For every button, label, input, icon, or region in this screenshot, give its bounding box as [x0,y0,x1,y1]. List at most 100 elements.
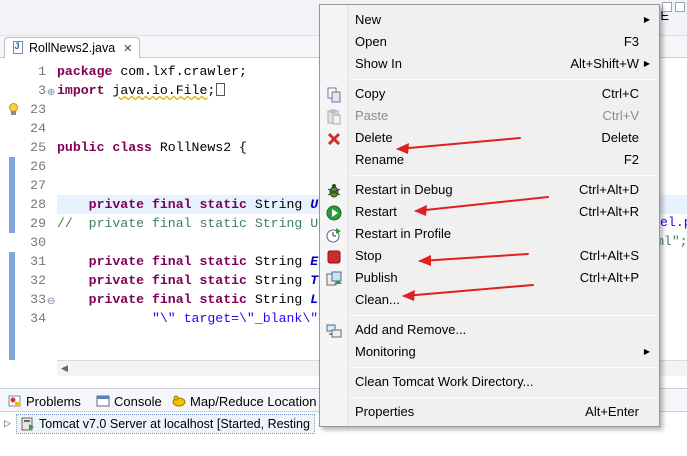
menu-item-shortcut: Delete [601,130,639,145]
menu-item-rename[interactable]: Rename F2 [320,149,659,171]
run-icon [326,205,342,221]
code-token: package [57,64,113,79]
menu-item-shortcut: Alt+Enter [585,404,639,419]
line-number: 30 [30,235,46,250]
tab-map-reduce[interactable]: Map/Reduce Location [172,392,316,410]
tab-problems[interactable]: Problems [8,392,81,410]
code-token: String [246,197,311,212]
code-token: com.lxf.crawler; [112,64,247,79]
menu-item-restart-debug[interactable]: Restart in Debug Ctrl+Alt+D [320,179,659,201]
code-text: private final static String L [57,290,319,309]
code-token: "\" target=\"_blank\" [57,311,319,326]
line-number: 29 [30,216,46,231]
line-number: 26 [30,159,46,174]
menu-item-shortcut: Ctrl+V [602,108,639,123]
menu-item-label: Clean Tomcat Work Directory... [355,374,534,389]
code-overflow-28: el.p [660,215,687,230]
line-number: 33 [30,292,46,307]
line-number: 34 [30,311,46,326]
menu-item-shortcut: Ctrl+Alt+P [579,270,639,285]
menu-item-new[interactable]: New ▶ [320,9,659,31]
code-token: public class [57,140,152,155]
add-remove-icon [326,323,342,339]
expand-arrow-icon[interactable]: ▷ [4,418,11,429]
code-token: L [310,292,319,307]
menu-item-restart[interactable]: Restart Ctrl+Alt+R [320,201,659,223]
stop-icon [326,249,342,265]
menu-item-shortcut: Ctrl+Alt+D [579,182,639,197]
menu-separator [350,175,655,176]
code-text: private final static String E [57,252,319,271]
menu-item-add-remove[interactable]: Add and Remove... [320,319,659,341]
code-token: private final static [57,292,247,307]
menu-item-label: Properties [355,404,415,419]
menu-item-label: Publish [355,270,398,285]
code-text: "\" target=\"_blank\" [57,309,318,328]
profile-icon [326,227,342,243]
menu-item-properties[interactable]: Properties Alt+Enter [320,401,659,423]
server-row-label: Tomcat v7.0 Server at localhost [Started… [39,417,310,431]
menu-item-label: Stop [355,248,382,263]
menu-item-label: Monitoring [355,344,416,359]
menu-separator [350,397,655,398]
menu-item-delete[interactable]: Delete Delete [320,127,659,149]
close-icon[interactable]: ✕ [123,42,132,55]
menu-item-label: Restart in Debug [355,182,453,197]
editor-tab-label: RollNews2.java [29,41,116,55]
text-cursor [216,83,226,96]
menu-item-monitoring[interactable]: Monitoring ▶ [320,341,659,363]
menu-item-restart-profile[interactable]: Restart in Profile [320,223,659,245]
menu-item-shortcut: Ctrl+Alt+R [579,204,639,219]
code-token: String [246,254,311,269]
menu-item-label: Show In [355,56,402,71]
code-text: package com.lxf.crawler; [57,62,247,81]
scroll-left-icon[interactable]: ◀ [61,363,68,374]
menu-item-label: Copy [355,86,386,101]
copy-icon [326,87,342,103]
editor-tab-rollnews2[interactable]: J RollNews2.java ✕ [4,37,140,58]
publish-icon [326,271,342,287]
tab-map-reduce-label: Map/Reduce Location [190,393,317,409]
menu-item-label: Delete [355,130,393,145]
line-number: 1 [38,64,46,79]
menu-separator [350,79,655,80]
map-reduce-icon [172,394,186,408]
java-file-icon: J [11,41,25,55]
menu-item-label: Paste [355,108,389,123]
menu-item-show-in[interactable]: Show In Alt+Shift+W ▶ [320,53,659,75]
line-number: 28 [30,197,46,212]
code-text: private final static String T [57,271,319,290]
code-overflow-29: ml"; [656,234,687,249]
tab-console[interactable]: Console [96,392,162,410]
submenu-arrow-icon: ▶ [643,347,650,356]
menu-item-stop[interactable]: Stop Ctrl+Alt+S [320,245,659,267]
code-text: // private final static String U [57,214,318,233]
server-row-tomcat[interactable]: Tomcat v7.0 Server at localhost [Started… [16,414,315,434]
minimize-button[interactable] [662,2,672,12]
line-number: 31 [30,254,46,269]
code-token: // private final static String U [57,216,319,231]
code-token: String [246,292,311,307]
code-token: E [310,254,319,269]
menu-item-copy[interactable]: Copy Ctrl+C [320,83,659,105]
menu-item-paste[interactable]: Paste Ctrl+V [320,105,659,127]
code-token: java.io.File [112,83,208,98]
menu-item-label: Rename [355,152,405,167]
code-token: private final static [57,273,247,288]
problems-icon [8,394,22,408]
menu-item-clean-tomcat-work[interactable]: Clean Tomcat Work Directory... [320,371,659,393]
menu-item-open[interactable]: Open F3 [320,31,659,53]
menu-item-label: Restart in Profile [355,226,452,241]
code-token: ; [207,83,216,98]
menu-item-label: Open [355,34,387,49]
maximize-button[interactable] [675,2,685,12]
menu-item-shortcut: Ctrl+C [601,86,639,101]
paste-icon [326,109,342,125]
code-token: RollNews2 { [151,140,247,155]
debug-icon [326,183,342,199]
menu-item-publish[interactable]: Publish Ctrl+Alt+P [320,267,659,289]
menu-item-clean[interactable]: Clean... [320,289,659,311]
submenu-arrow-icon: ▶ [643,59,650,68]
menu-item-shortcut: F2 [623,152,639,167]
context-menu: New ▶ Open F3 Show In Alt+Shift+W ▶ Copy… [319,4,660,427]
